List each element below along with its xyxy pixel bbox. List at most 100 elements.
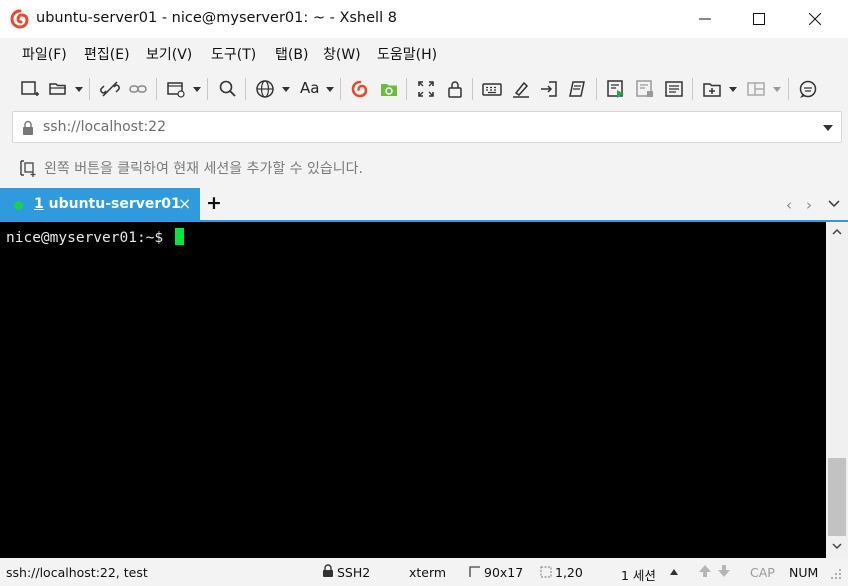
xshell-button[interactable] xyxy=(348,77,372,101)
terminal-cursor xyxy=(174,228,184,245)
toolbar-separator xyxy=(207,78,208,100)
toolbar-separator xyxy=(89,78,90,100)
toolbar-separator xyxy=(406,78,407,100)
new-window-icon xyxy=(167,82,185,98)
add-tab-button[interactable] xyxy=(700,77,724,101)
tab-prev-icon[interactable]: ‹ xyxy=(786,196,792,214)
menu-view[interactable]: 보기(V) xyxy=(146,44,192,64)
lock-icon xyxy=(23,120,33,135)
scroll-up-arrow-icon[interactable] xyxy=(698,564,712,578)
window-dropdown-arrow[interactable] xyxy=(193,87,201,92)
link-icon xyxy=(129,85,147,93)
sessions-up-icon[interactable] xyxy=(670,569,678,575)
highlight-icon xyxy=(513,81,529,98)
open-dropdown-arrow[interactable] xyxy=(75,87,83,92)
script-icon xyxy=(569,81,585,97)
layout-dropdown-arrow[interactable] xyxy=(773,87,781,92)
xshell-logo-icon xyxy=(10,9,29,29)
menu-tab[interactable]: 탭(B) xyxy=(275,44,308,64)
lock-icon xyxy=(448,81,462,98)
toolbar-separator xyxy=(692,78,693,100)
open-folder-icon xyxy=(49,83,66,95)
status-connection: ssh://localhost:22, test xyxy=(6,565,148,580)
menu-bar: 파일(F) 편집(E) 보기(V) 도구(T) 탭(B) 창(W) 도움말(H) xyxy=(0,38,848,68)
font-icon[interactable]: Aa xyxy=(300,79,319,97)
add-tab-icon xyxy=(703,83,721,97)
tab-dropdown-arrow[interactable] xyxy=(729,87,737,92)
stop-record-icon xyxy=(636,80,653,97)
tab-number: 1 xyxy=(34,196,44,212)
status-protocol: SSH2 xyxy=(337,565,371,580)
scroll-down-icon[interactable] xyxy=(832,542,842,550)
status-bar: ssh://localhost:22, test SSH2 xterm 90x1… xyxy=(0,558,848,586)
terminal-size-icon xyxy=(469,566,480,577)
address-placeholder: ssh://localhost:22 xyxy=(43,119,166,135)
status-terminal-size: 90x17 xyxy=(484,565,524,580)
script-button[interactable] xyxy=(565,77,589,101)
scroll-up-icon[interactable] xyxy=(832,228,842,236)
terminal-scrollbar[interactable] xyxy=(826,222,848,558)
keyboard-button[interactable] xyxy=(480,77,504,101)
compose-button[interactable] xyxy=(537,77,561,101)
tab-menu-icon[interactable] xyxy=(828,200,840,208)
xftp-button[interactable] xyxy=(377,77,401,101)
reconnect-button[interactable] xyxy=(126,77,150,101)
new-session-button[interactable] xyxy=(18,77,42,101)
toolbar-separator xyxy=(596,78,597,100)
globe-icon xyxy=(256,80,274,98)
chat-icon xyxy=(799,80,817,98)
tab-bar: 1 ubuntu-server01 × + ‹ › xyxy=(0,188,848,222)
fullscreen-button[interactable] xyxy=(414,77,438,101)
scroll-down-arrow-icon[interactable] xyxy=(717,564,731,578)
minimize-button[interactable] xyxy=(682,0,728,38)
toolbar: Aa xyxy=(0,68,848,110)
maximize-button[interactable] xyxy=(736,0,782,38)
search-icon xyxy=(219,80,236,97)
minimize-icon xyxy=(699,18,711,20)
menu-file[interactable]: 파일(F) xyxy=(22,44,67,64)
xftp-icon xyxy=(381,84,397,96)
new-window-button[interactable] xyxy=(164,77,188,101)
maximize-icon xyxy=(753,13,765,25)
address-bar: ssh://localhost:22 xyxy=(0,110,848,146)
stop-recording-button[interactable] xyxy=(633,77,657,101)
scrollbar-thumb[interactable] xyxy=(828,458,846,536)
menu-tools[interactable]: 도구(T) xyxy=(211,44,256,64)
font-dropdown-arrow[interactable] xyxy=(326,87,334,92)
tab-label: 1 ubuntu-server01 xyxy=(34,196,181,212)
xshell-icon xyxy=(351,80,368,98)
encoding-button[interactable] xyxy=(253,77,277,101)
resize-grip-icon[interactable] xyxy=(830,568,842,580)
chat-button[interactable] xyxy=(796,77,820,101)
address-dropdown-arrow[interactable] xyxy=(823,125,833,131)
highlight-button[interactable] xyxy=(509,77,533,101)
layout-icon xyxy=(747,82,765,96)
keyboard-icon xyxy=(482,83,502,96)
toolbar-separator xyxy=(156,78,157,100)
encoding-dropdown-arrow[interactable] xyxy=(282,87,290,92)
lock-button[interactable] xyxy=(443,77,467,101)
find-button[interactable] xyxy=(216,77,240,101)
toolbar-separator xyxy=(340,78,341,100)
terminal-area[interactable]: nice@myserver01:~$ xyxy=(0,222,826,558)
close-button[interactable] xyxy=(792,0,838,38)
status-caps-lock: CAP xyxy=(750,565,775,580)
menu-edit[interactable]: 편집(E) xyxy=(84,44,130,64)
disconnect-button[interactable] xyxy=(98,77,122,101)
notes-icon xyxy=(665,81,683,97)
menu-window[interactable]: 창(W) xyxy=(323,44,361,64)
tab-ubuntu-server01[interactable]: 1 ubuntu-server01 × xyxy=(0,188,200,220)
new-tab-button[interactable]: + xyxy=(206,192,222,214)
status-terminal-type: xterm xyxy=(409,565,447,580)
menu-help[interactable]: 도움말(H) xyxy=(377,44,437,64)
notes-button[interactable] xyxy=(662,77,686,101)
title-bar[interactable]: ubuntu-server01 - nice@myserver01: ~ - X… xyxy=(0,0,848,38)
start-recording-button[interactable] xyxy=(604,77,628,101)
terminal-line: nice@myserver01:~$ xyxy=(6,228,184,246)
address-input[interactable]: ssh://localhost:22 xyxy=(12,111,842,143)
tab-next-icon[interactable]: › xyxy=(806,196,812,214)
layout-button[interactable] xyxy=(744,77,768,101)
tab-close-icon[interactable]: × xyxy=(178,194,191,213)
add-session-icon[interactable] xyxy=(18,158,38,178)
open-button[interactable] xyxy=(46,77,70,101)
